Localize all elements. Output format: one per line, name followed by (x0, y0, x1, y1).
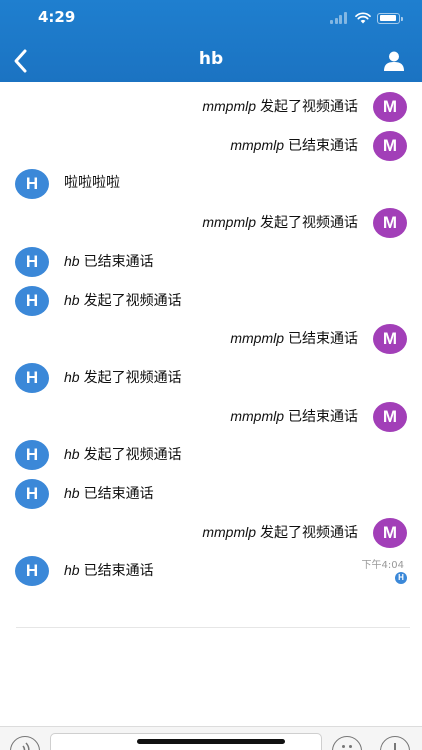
message-body: 发起了视频通话 (260, 524, 358, 541)
person-icon (384, 51, 404, 71)
message-text[interactable]: mmpmlp 发起了视频通话 (202, 97, 358, 116)
profile-button[interactable] (382, 49, 406, 73)
input-bar (0, 726, 422, 750)
message-sender: mmpmlp (230, 136, 284, 153)
message-row: Mmmpmlp 发起了视频通话 (0, 208, 422, 242)
message-row: Mmmpmlp 已结束通话 (0, 324, 422, 358)
avatar[interactable]: M (373, 401, 407, 432)
emoji-button[interactable] (332, 736, 362, 750)
message-sender: hb (64, 485, 80, 501)
status-icons (330, 11, 403, 25)
message-sender: hb (64, 562, 80, 579)
chat-screen: 4:29 hb Mmmpmlp 发起了视频通话 Mmmpmlp 已结束通话 H … (0, 0, 422, 750)
message-text[interactable]: hb 已结束通话 (64, 252, 154, 271)
message-row: Hhb 已结束通话 下午4:04 H (0, 556, 422, 590)
avatar[interactable]: H (15, 479, 49, 509)
message-body: 已结束通话 (83, 563, 154, 580)
message-sender: mmpmlp (230, 330, 284, 347)
message-body: 已结束通话 (83, 253, 154, 270)
avatar[interactable]: M (373, 517, 407, 548)
page-title: hb (198, 49, 224, 69)
message-text[interactable]: mmpmlp 发起了视频通话 (202, 213, 358, 232)
message-body: 已结束通话 (83, 486, 154, 502)
voice-icon (21, 742, 30, 750)
message-row: Mmmpmlp 已结束通话 (0, 130, 422, 165)
message-text[interactable]: hb 发起了视频通话 (64, 291, 182, 310)
message-sender: hb (64, 446, 80, 463)
message-row: Hhb 已结束通话 (0, 479, 422, 513)
avatar[interactable]: H (15, 362, 49, 393)
message-row: Hhb 发起了视频通话 (0, 440, 422, 474)
message-text[interactable]: mmpmlp 发起了视频通话 (202, 523, 358, 542)
signal-icon (330, 12, 348, 24)
header: 4:29 hb (0, 0, 422, 82)
message-row: H 啦啦啦啦 (0, 169, 422, 203)
message-row: Mmmpmlp 发起了视频通话 (0, 517, 422, 552)
status-time: 4:29 (38, 8, 76, 26)
avatar[interactable]: M (373, 208, 407, 239)
message-sender: mmpmlp (202, 98, 256, 114)
voice-button[interactable] (10, 736, 40, 750)
avatar[interactable]: H (15, 440, 49, 471)
message-body: 发起了视频通话 (260, 99, 358, 115)
wifi-icon (355, 12, 371, 24)
avatar[interactable]: H (15, 169, 49, 200)
message-row: Mmmpmlp 已结束通话 (0, 401, 422, 436)
battery-level (379, 15, 396, 21)
message-text[interactable]: mmpmlp 已结束通话 (230, 407, 358, 426)
message-text[interactable]: mmpmlp 已结束通话 (230, 136, 358, 155)
avatar[interactable]: M (373, 324, 407, 355)
message-text[interactable]: hb 已结束通话 (64, 561, 154, 580)
avatar[interactable]: H (15, 246, 49, 277)
message-body: 发起了视频通话 (83, 447, 182, 464)
message-text[interactable]: hb 发起了视频通话 (64, 368, 182, 387)
message-text[interactable]: hb 发起了视频通话 (64, 445, 182, 464)
message-body: 发起了视频通话 (83, 369, 182, 386)
message-sender: hb (64, 291, 80, 308)
plus-button[interactable] (380, 736, 410, 750)
avatar[interactable]: H (15, 556, 49, 587)
emoji-icon (342, 745, 345, 748)
message-text[interactable]: hb 已结束通话 (64, 484, 154, 503)
message-sender: hb (64, 368, 80, 385)
message-body: 发起了视频通话 (83, 292, 182, 309)
message-row: Mmmpmlp 发起了视频通话 (0, 92, 422, 126)
message-list[interactable]: Mmmpmlp 发起了视频通话 Mmmpmlp 已结束通话 H 啦啦啦啦 Mmmpmlp 发起… (0, 82, 422, 642)
avatar[interactable]: M (373, 130, 407, 161)
message-sender: mmpmlp (202, 214, 256, 231)
message-text[interactable]: 啦啦啦啦 (64, 174, 120, 192)
message-body: 啦啦啦啦 (64, 175, 120, 192)
message-row: Hhb 发起了视频通话 (0, 362, 422, 397)
avatar[interactable]: H (15, 285, 49, 316)
message-body: 已结束通话 (288, 331, 358, 348)
emoji-icon-eye (349, 745, 352, 748)
read-receipt-badge: H (395, 572, 407, 585)
message-timestamp: 下午4:04 (361, 560, 404, 572)
message-body: 已结束通话 (288, 137, 358, 154)
message-body: 发起了视频通话 (260, 215, 358, 232)
message-text[interactable]: mmpmlp 已结束通话 (230, 329, 358, 348)
message-row: Hhb 发起了视频通话 (0, 285, 422, 320)
avatar[interactable]: M (373, 92, 407, 122)
message-sender: mmpmlp (230, 407, 284, 424)
list-divider (16, 627, 410, 628)
battery-icon (377, 12, 403, 24)
message-sender: hb (64, 252, 80, 269)
home-indicator (137, 739, 285, 744)
message-sender: mmpmlp (202, 523, 256, 540)
message-body: 已结束通话 (288, 408, 358, 425)
message-row: Hhb 已结束通话 (0, 246, 422, 281)
